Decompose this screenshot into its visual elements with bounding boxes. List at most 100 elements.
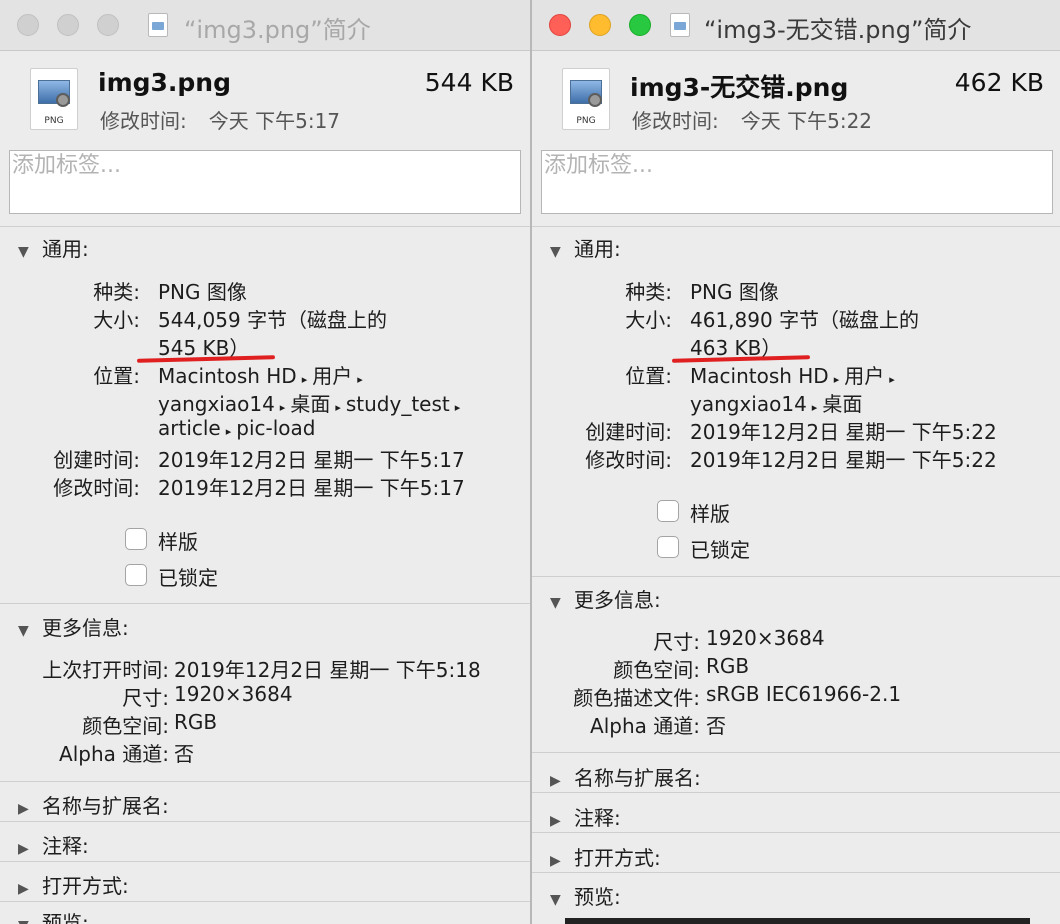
section-comments-toggle[interactable]: ▶ 注释: xyxy=(550,802,621,831)
disclosure-collapsed-icon: ▶ xyxy=(550,773,561,789)
file-size: 544 KB xyxy=(424,68,514,97)
section-comments-toggle[interactable]: ▶ 注释: xyxy=(18,830,89,859)
size-value: 544,059 字节（磁盘上的 xyxy=(158,308,388,332)
color-space-value: RGB xyxy=(174,710,218,734)
color-space-label: 颜色空间: xyxy=(82,714,169,738)
dimensions-value: 1920×3684 xyxy=(174,682,293,706)
path-arrow-icon: ▸ xyxy=(833,373,840,386)
size-value: 461,890 字节（磁盘上的 xyxy=(690,308,920,332)
path-arrow-icon: ▸ xyxy=(279,401,286,414)
window-title: “img3-无交错.png”简介 xyxy=(704,16,972,44)
file-name: img3.png xyxy=(98,68,231,97)
where-path-line-2: yangxiao14 ▸ 桌面 xyxy=(690,392,863,416)
where-path-line-1: Macintosh HD ▸ 用户 ▸ xyxy=(690,364,895,388)
alpha-label: Alpha 通道: xyxy=(590,714,700,738)
tags-input[interactable] xyxy=(10,151,524,180)
modified-label: 修改时间: xyxy=(53,476,140,500)
disclosure-collapsed-icon: ▶ xyxy=(18,801,29,817)
disclosure-expanded-icon: ▼ xyxy=(550,892,561,908)
disclosure-collapsed-icon: ▶ xyxy=(18,881,29,897)
kind-value: PNG 图像 xyxy=(690,280,779,304)
path-arrow-icon: ▸ xyxy=(301,373,308,386)
file-size: 462 KB xyxy=(954,68,1044,97)
disclosure-expanded-icon: ▼ xyxy=(550,595,561,611)
minimize-button[interactable] xyxy=(589,14,611,36)
zoom-button[interactable] xyxy=(97,14,119,36)
disclosure-expanded-icon: ▼ xyxy=(18,244,29,260)
where-path-line-2: yangxiao14 ▸ 桌面 ▸ study_test ▸ xyxy=(158,392,461,416)
locked-checkbox[interactable] xyxy=(657,536,679,558)
created-label: 创建时间: xyxy=(585,420,672,444)
modified-value: 2019年12月2日 星期一 下午5:17 xyxy=(158,476,465,500)
file-modified: 修改时间: 今天 下午5:17 xyxy=(100,109,341,133)
file-modified: 修改时间: 今天 下午5:22 xyxy=(632,109,873,133)
path-arrow-icon: ▸ xyxy=(335,401,341,414)
tags-field[interactable] xyxy=(9,150,524,214)
close-button[interactable] xyxy=(17,14,39,36)
disclosure-collapsed-icon: ▶ xyxy=(18,841,29,857)
minimize-button[interactable] xyxy=(57,14,79,36)
section-general-toggle[interactable]: ▼ 通用: xyxy=(550,233,621,262)
color-space-label: 颜色空间: xyxy=(613,658,700,682)
created-label: 创建时间: xyxy=(53,448,140,472)
section-name-extension-toggle[interactable]: ▶ 名称与扩展名: xyxy=(550,762,701,791)
preview-thumbnail xyxy=(565,918,1030,924)
alpha-label: Alpha 通道: xyxy=(59,742,169,766)
window-title: “img3.png”简介 xyxy=(184,16,371,44)
where-path-line-3: article ▸ pic-load xyxy=(158,416,316,440)
file-name: img3-无交错.png xyxy=(630,73,849,102)
dimensions-value: 1920×3684 xyxy=(706,626,825,650)
info-window-right: “img3-无交错.png”简介 PNG img3-无交错.png 462 KB… xyxy=(532,0,1060,924)
modified-value: 2019年12月2日 星期一 下午5:22 xyxy=(690,448,997,472)
section-name-extension-toggle[interactable]: ▶ 名称与扩展名: xyxy=(18,790,169,819)
title-bar: “img3-无交错.png”简介 xyxy=(532,0,1060,51)
section-general-toggle[interactable]: ▼ 通用: xyxy=(18,233,89,262)
path-arrow-icon: ▸ xyxy=(357,373,363,386)
section-open-with-toggle[interactable]: ▶ 打开方式: xyxy=(18,870,129,899)
kind-label: 种类: xyxy=(625,280,672,304)
document-icon xyxy=(148,13,168,37)
disclosure-collapsed-icon: ▶ xyxy=(550,853,561,869)
zoom-button[interactable] xyxy=(629,14,651,36)
alpha-value: 否 xyxy=(174,742,194,766)
kind-value: PNG 图像 xyxy=(158,280,247,304)
stationery-checkbox[interactable] xyxy=(657,500,679,522)
disclosure-expanded-icon: ▼ xyxy=(18,918,32,924)
png-file-icon: PNG xyxy=(30,68,78,130)
close-button[interactable] xyxy=(549,14,571,36)
section-preview-toggle[interactable]: ▼预览: xyxy=(550,881,621,910)
kind-label: 种类: xyxy=(93,280,140,304)
section-more-info-toggle[interactable]: ▼ 更多信息: xyxy=(18,612,129,641)
color-profile-label: 颜色描述文件: xyxy=(573,686,700,710)
path-arrow-icon: ▸ xyxy=(811,401,818,414)
stationery-label: 样版 xyxy=(690,502,730,526)
last-opened-label: 上次打开时间: xyxy=(42,658,169,682)
locked-label: 已锁定 xyxy=(690,538,750,562)
dimensions-label: 尺寸: xyxy=(653,630,700,654)
tags-field[interactable] xyxy=(541,150,1056,214)
alpha-value: 否 xyxy=(706,714,726,738)
where-label: 位置: xyxy=(93,364,140,388)
locked-checkbox[interactable] xyxy=(125,564,147,586)
created-value: 2019年12月2日 星期一 下午5:17 xyxy=(158,448,465,472)
section-preview-toggle[interactable]: ▼预览: xyxy=(18,907,89,924)
created-value: 2019年12月2日 星期一 下午5:22 xyxy=(690,420,997,444)
path-arrow-icon: ▸ xyxy=(889,373,895,386)
title-bar: “img3.png”简介 xyxy=(0,0,530,51)
last-opened-value: 2019年12月2日 星期一 下午5:18 xyxy=(174,658,481,682)
locked-label: 已锁定 xyxy=(158,566,218,590)
section-more-info-toggle[interactable]: ▼ 更多信息: xyxy=(550,584,661,613)
size-label: 大小: xyxy=(93,308,140,332)
size-label: 大小: xyxy=(625,308,672,332)
stationery-checkbox[interactable] xyxy=(125,528,147,550)
modified-label: 修改时间: xyxy=(585,448,672,472)
path-arrow-icon: ▸ xyxy=(225,425,232,438)
color-space-value: RGB xyxy=(706,654,750,678)
document-icon xyxy=(670,13,690,37)
disclosure-collapsed-icon: ▶ xyxy=(550,813,561,829)
section-open-with-toggle[interactable]: ▶ 打开方式: xyxy=(550,842,661,871)
where-path-line-1: Macintosh HD ▸ 用户 ▸ xyxy=(158,364,363,388)
tags-input[interactable] xyxy=(542,151,1056,180)
disclosure-expanded-icon: ▼ xyxy=(18,623,29,639)
png-file-icon: PNG xyxy=(562,68,610,130)
